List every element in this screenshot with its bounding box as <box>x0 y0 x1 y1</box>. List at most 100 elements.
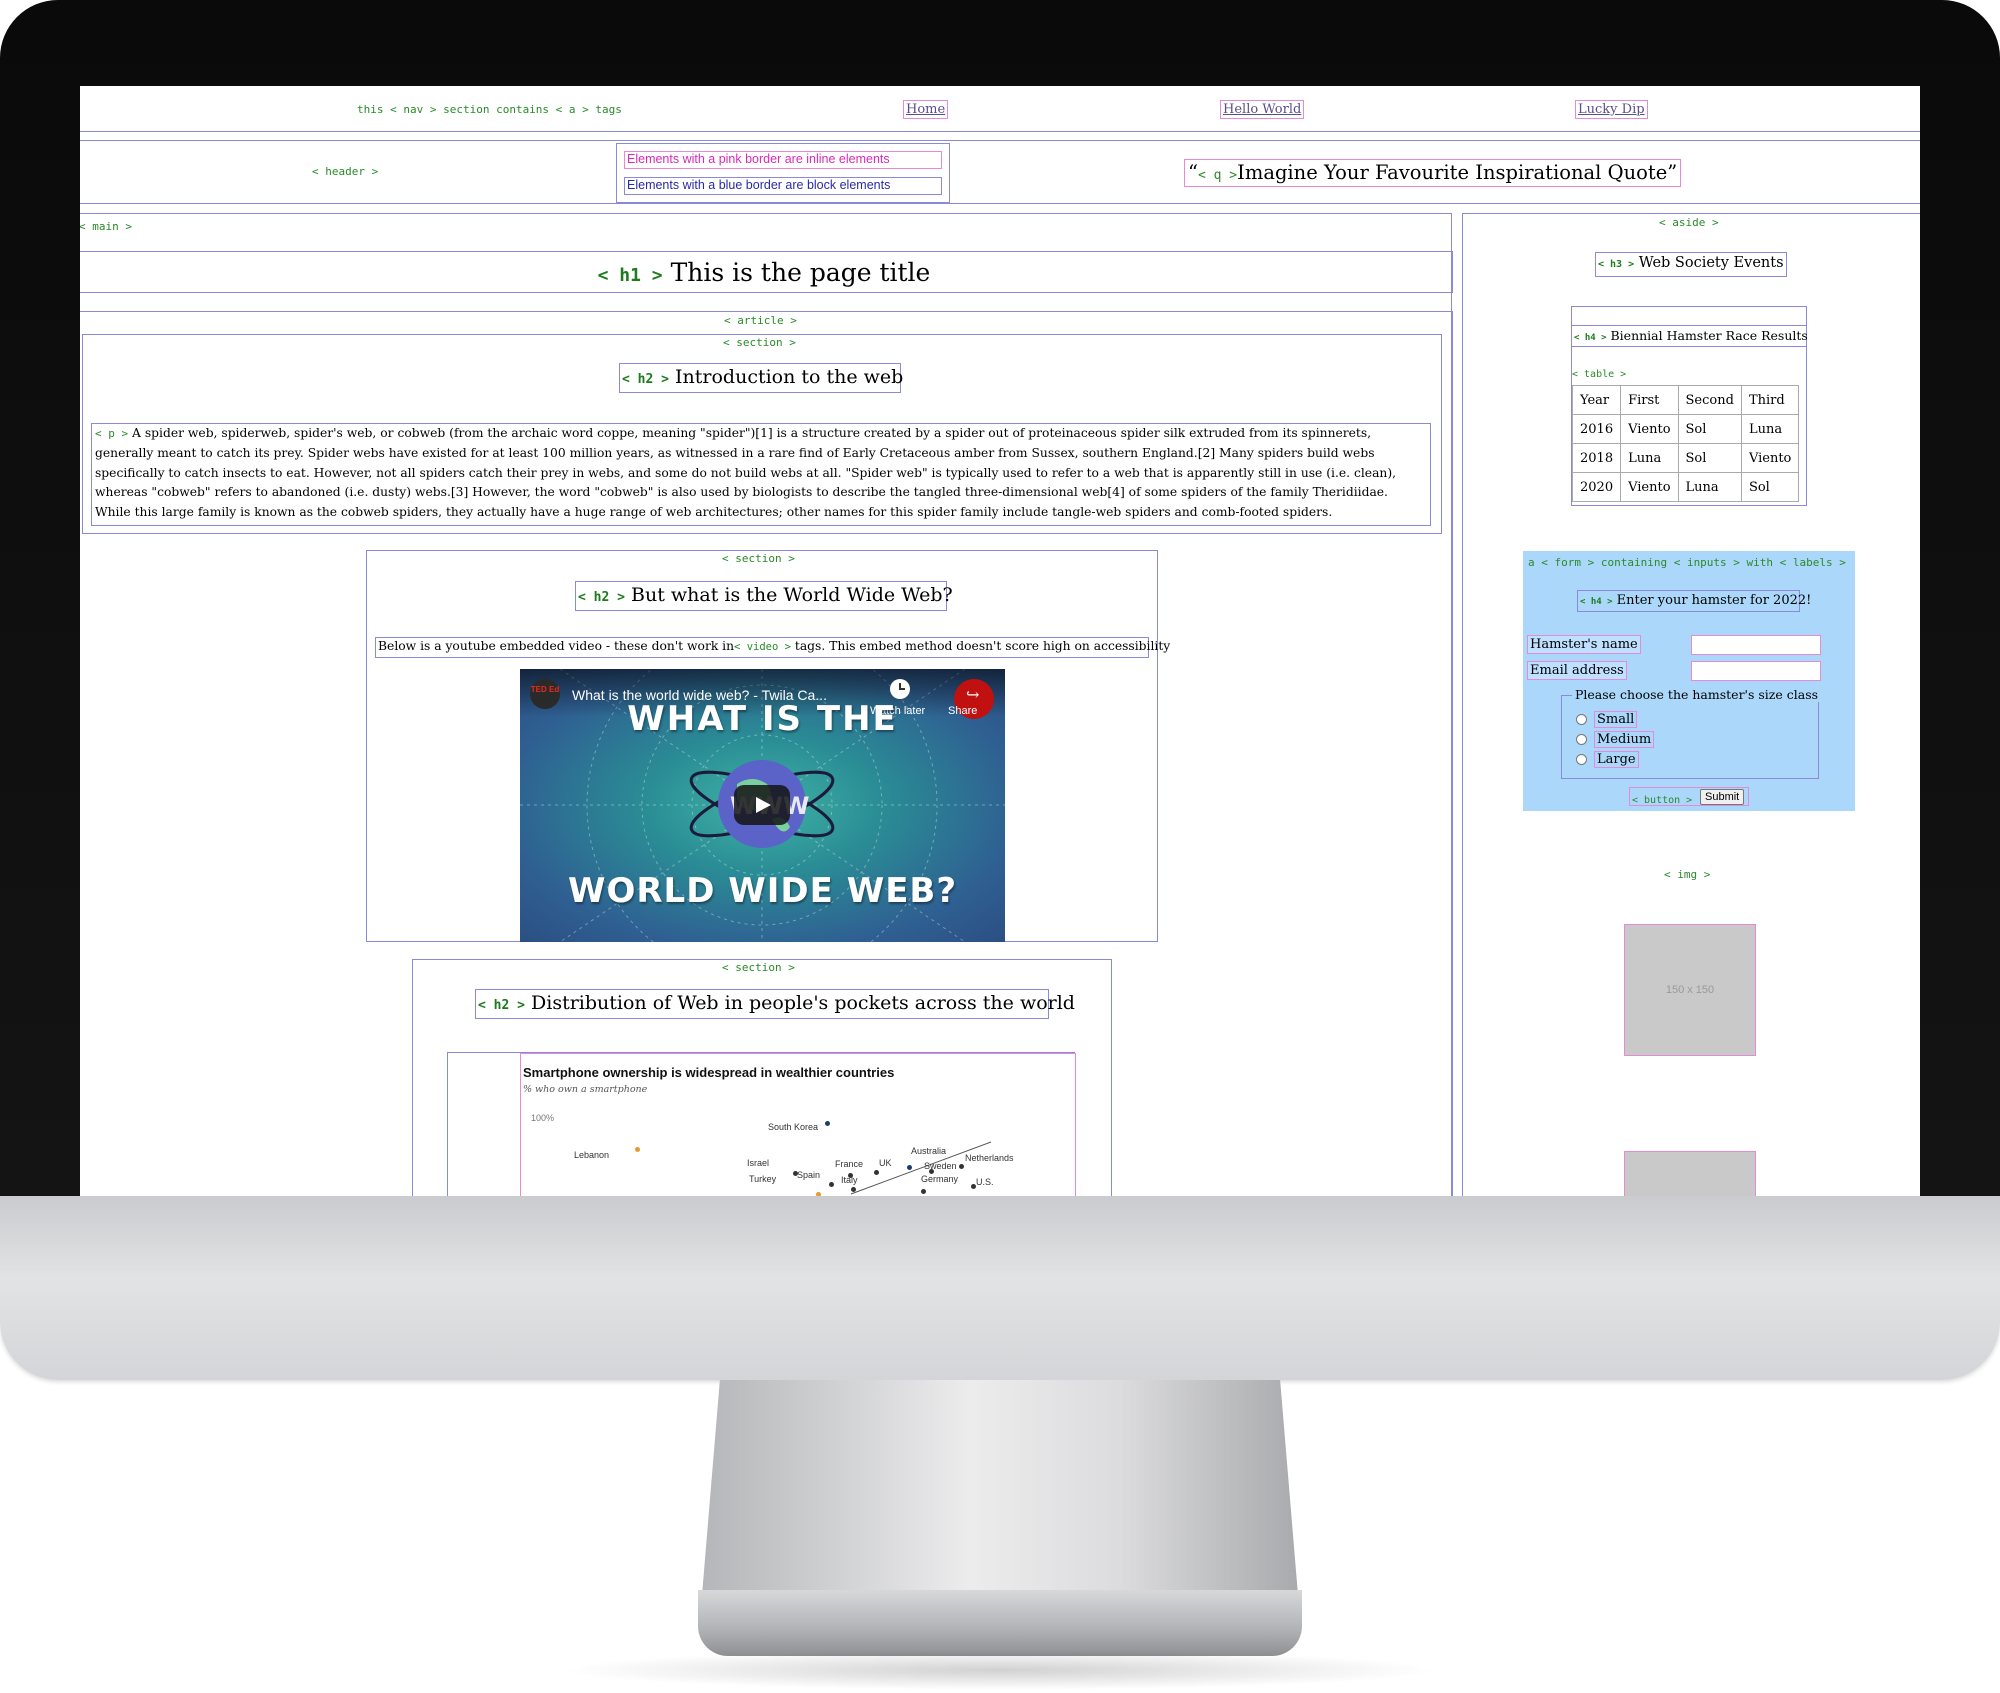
hamster-name-input[interactable] <box>1691 635 1821 655</box>
nav-bar: this < nav > section contains < a > tags… <box>80 86 1920 132</box>
main-tag: < main > <box>80 220 132 233</box>
placeholder-image-2 <box>1624 1151 1756 1196</box>
video-tag: < video > <box>734 641 791 653</box>
chart-point <box>907 1165 912 1170</box>
table-cell: Viento <box>1740 443 1800 473</box>
quote-tag: < q > <box>1197 168 1238 183</box>
chart-figure: Smartphone ownership is widespread in we… <box>447 1052 1076 1196</box>
browser-viewport[interactable]: this < nav > section contains < a > tags… <box>80 86 1920 1196</box>
radio-medium-label[interactable]: Medium <box>1594 731 1655 748</box>
h1-tag: < h1 > <box>597 265 663 286</box>
form-tag-note: a < form > containing < inputs > with < … <box>1528 556 1846 569</box>
p-tag: < p > <box>95 427 129 440</box>
radio-small-label[interactable]: Small <box>1594 711 1638 728</box>
chart-point-label: Lebanon <box>574 1150 610 1160</box>
chart-point <box>829 1182 834 1187</box>
hamster-name-label: Hamster's name <box>1527 635 1641 654</box>
placeholder-image: 150 x 150 <box>1624 924 1756 1056</box>
monitor-stand-foot <box>698 1590 1302 1656</box>
nav-tag-note: this < nav > section contains < a > tags <box>357 103 622 116</box>
thumbnail-headline-2: WORLD WIDE WEB? <box>567 871 958 911</box>
article: < article > < section > < h2 > Introduct… <box>80 311 1453 1196</box>
border-legend: Elements with a pink border are inline e… <box>616 143 950 203</box>
main-region: < main > < h1 > This is the page title <… <box>80 213 1453 1196</box>
video-embed[interactable]: TED Ed What is the world wide web? - Twi… <box>520 669 1005 942</box>
www-heading-text: But what is the World Wide Web? <box>631 584 953 606</box>
video-note-after: tags. This embed method doesn't score hi… <box>794 639 1171 653</box>
table-cell: Sol <box>1740 472 1800 502</box>
legend-inline: Elements with a pink border are inline e… <box>624 151 942 169</box>
column-header: Third <box>1740 385 1800 415</box>
monitor-scene: this < nav > section contains < a > tags… <box>0 0 2000 1693</box>
submit-button[interactable]: Submit <box>1700 789 1745 805</box>
chart-point-label: Sweden <box>924 1161 957 1171</box>
size-class-legend: Please choose the hamster's size class <box>1572 687 1822 702</box>
page-header: < header > Elements with a pink border a… <box>80 140 1920 204</box>
table-cell: Sol <box>1677 443 1742 473</box>
events-heading: < h3 > Web Society Events <box>1595 252 1787 277</box>
race-results: < h4 > Biennial Hamster Race Results < t… <box>1571 306 1808 506</box>
legend-block: Elements with a blue border are block el… <box>624 177 942 195</box>
chart-point-label: France <box>835 1159 864 1169</box>
clock-icon[interactable] <box>890 679 910 699</box>
radio-large-label[interactable]: Large <box>1594 751 1639 768</box>
chart-point <box>921 1189 926 1194</box>
page-title: < h1 > This is the page title <box>80 251 1453 293</box>
play-button[interactable] <box>734 785 790 825</box>
intro-heading: < h2 > Introduction to the web <box>619 363 904 393</box>
quote-text: Imagine Your Favourite Inspirational Quo… <box>1237 161 1668 184</box>
chart-point-label: Germany <box>921 1174 959 1184</box>
monitor-chin <box>0 1196 2000 1380</box>
form-heading: < h4 > Enter your hamster for 2022! <box>1577 590 1811 612</box>
h3-tag: < h3 > <box>1598 259 1635 270</box>
race-results-heading-text: Biennial Hamster Race Results <box>1610 328 1808 343</box>
column-header: Second <box>1677 385 1742 415</box>
size-class-fieldset: Please choose the hamster's size class S… <box>1561 687 1822 779</box>
table-cell: 2018 <box>1571 443 1622 473</box>
monitor-stand-neck <box>702 1380 1298 1595</box>
nav-link-home[interactable]: Home <box>903 100 949 119</box>
table-cell: Luna <box>1740 414 1800 444</box>
img-tag: < img > <box>1664 868 1711 881</box>
chart-point-label: Netherlands <box>965 1153 1014 1163</box>
monitor-shadow <box>560 1650 1440 1690</box>
table-row: 2018 Luna Sol Viento <box>1571 443 1800 473</box>
radio-medium[interactable] <box>1576 734 1587 745</box>
video-note-before: Below is a youtube embedded video - thes… <box>378 639 735 653</box>
section-intro: < section > < h2 > Introduction to the w… <box>82 334 1442 534</box>
chart-point <box>816 1192 821 1196</box>
chart-image: Smartphone ownership is widespread in we… <box>520 1053 1076 1196</box>
hamster-entry-form: a < form > containing < inputs > with < … <box>1523 551 1855 811</box>
section-tag: < section > <box>722 552 795 565</box>
chart-point <box>825 1121 830 1126</box>
chart-point-label: UK <box>879 1158 892 1168</box>
h2-tag: < h2 > <box>622 372 669 387</box>
email-label: Email address <box>1527 661 1627 680</box>
distribution-heading-text: Distribution of Web in people's pockets … <box>531 992 1075 1014</box>
table-tag: < table > <box>1572 369 1627 380</box>
table-cell: Viento <box>1620 414 1679 444</box>
race-results-heading: < h4 > Biennial Hamster Race Results <box>1571 325 1808 347</box>
nav-link-hello-world[interactable]: Hello World <box>1220 100 1305 119</box>
section-www: < section > < h2 > But what is the World… <box>366 550 1170 942</box>
table-cell: Viento <box>1620 472 1679 502</box>
section-tag: < section > <box>723 336 796 349</box>
header-quote: “< q >Imagine Your Favourite Inspiration… <box>1184 159 1681 187</box>
email-input[interactable] <box>1691 661 1821 681</box>
video-note: Below is a youtube embedded video - thes… <box>375 637 1170 658</box>
chart-point <box>874 1170 879 1175</box>
thumbnail-headline-1: WHAT IS THE <box>627 699 898 739</box>
form-heading-text: Enter your hamster for 2022! <box>1616 593 1812 608</box>
aside: < aside > < h3 > Web Society Events < h4… <box>1462 213 1920 1196</box>
section-distribution: < section > < h2 > Distribution of Web i… <box>412 959 1112 1196</box>
radio-large[interactable] <box>1576 754 1587 765</box>
chart-point-label: Israel <box>747 1158 770 1168</box>
button-tag: < button > <box>1632 795 1693 806</box>
h2-tag: < h2 > <box>578 590 625 605</box>
chart-point-label: South Korea <box>768 1122 819 1132</box>
intro-heading-text: Introduction to the web <box>675 366 904 388</box>
nav-link-lucky-dip[interactable]: Lucky Dip <box>1575 100 1648 119</box>
chart-point <box>635 1147 640 1152</box>
h4-tag: < h4 > <box>1574 333 1607 343</box>
radio-small[interactable] <box>1576 714 1587 725</box>
